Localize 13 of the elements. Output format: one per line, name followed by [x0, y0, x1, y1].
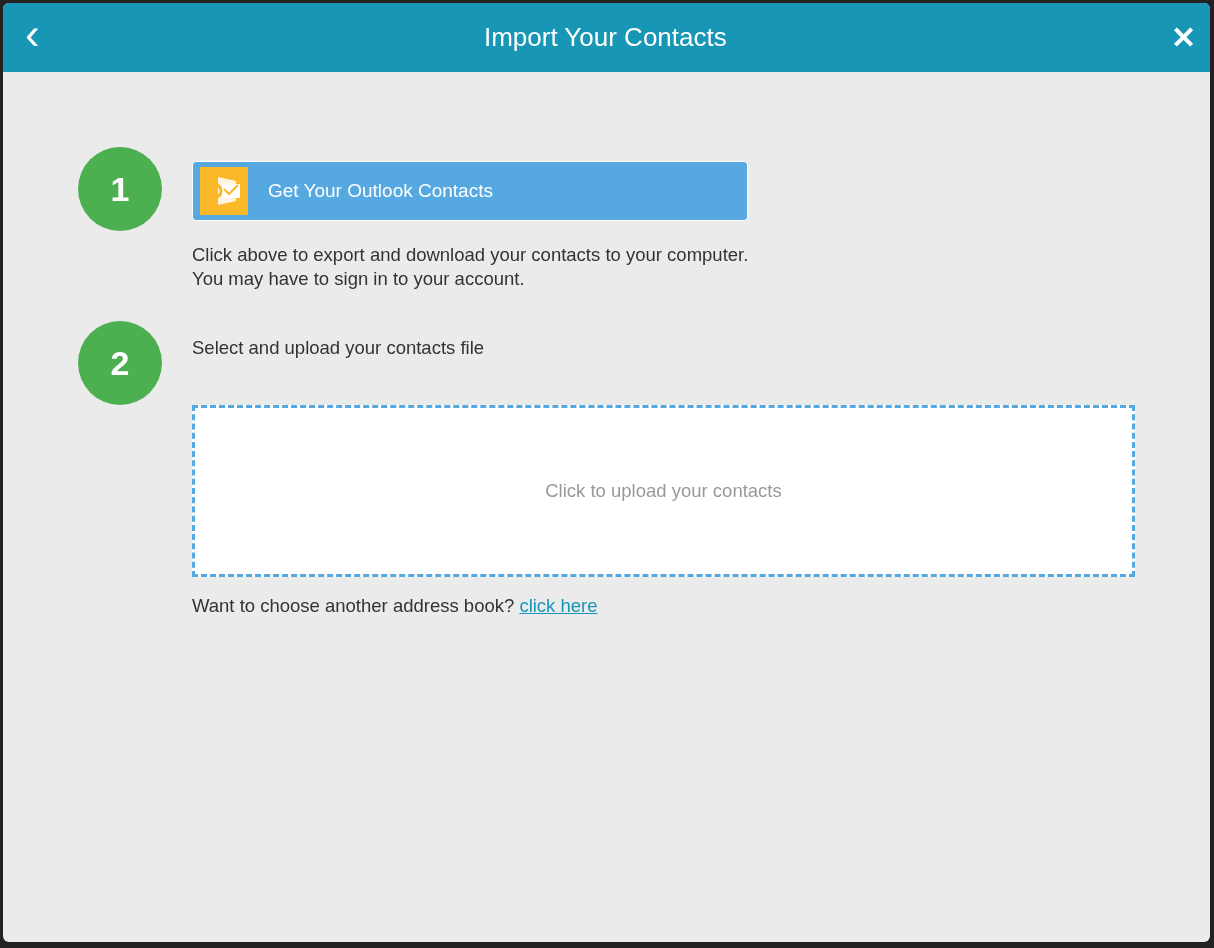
click-here-link[interactable]: click here	[519, 595, 598, 616]
instruction-text: You may have to sign in to your account.	[192, 267, 526, 291]
dialog-title: Import Your Contacts	[483, 21, 727, 54]
instruction-text: Click above to export and download your contacts to your computer.	[192, 243, 749, 267]
outlook-button[interactable]: Get Your Outlook Contacts	[192, 161, 749, 221]
step-number: 2	[78, 321, 162, 405]
upload-dropzone[interactable]: Click to upload your contacts	[192, 405, 1135, 577]
step-label: Select and upload your contacts file	[192, 336, 486, 360]
address-book-prompt: Want to choose another address book? click here	[192, 594, 599, 618]
step-number: 1	[78, 147, 162, 231]
mail-app-icon	[200, 167, 248, 215]
back-button[interactable]: ‹	[25, 11, 40, 56]
close-button[interactable]: ✕	[1171, 22, 1196, 53]
